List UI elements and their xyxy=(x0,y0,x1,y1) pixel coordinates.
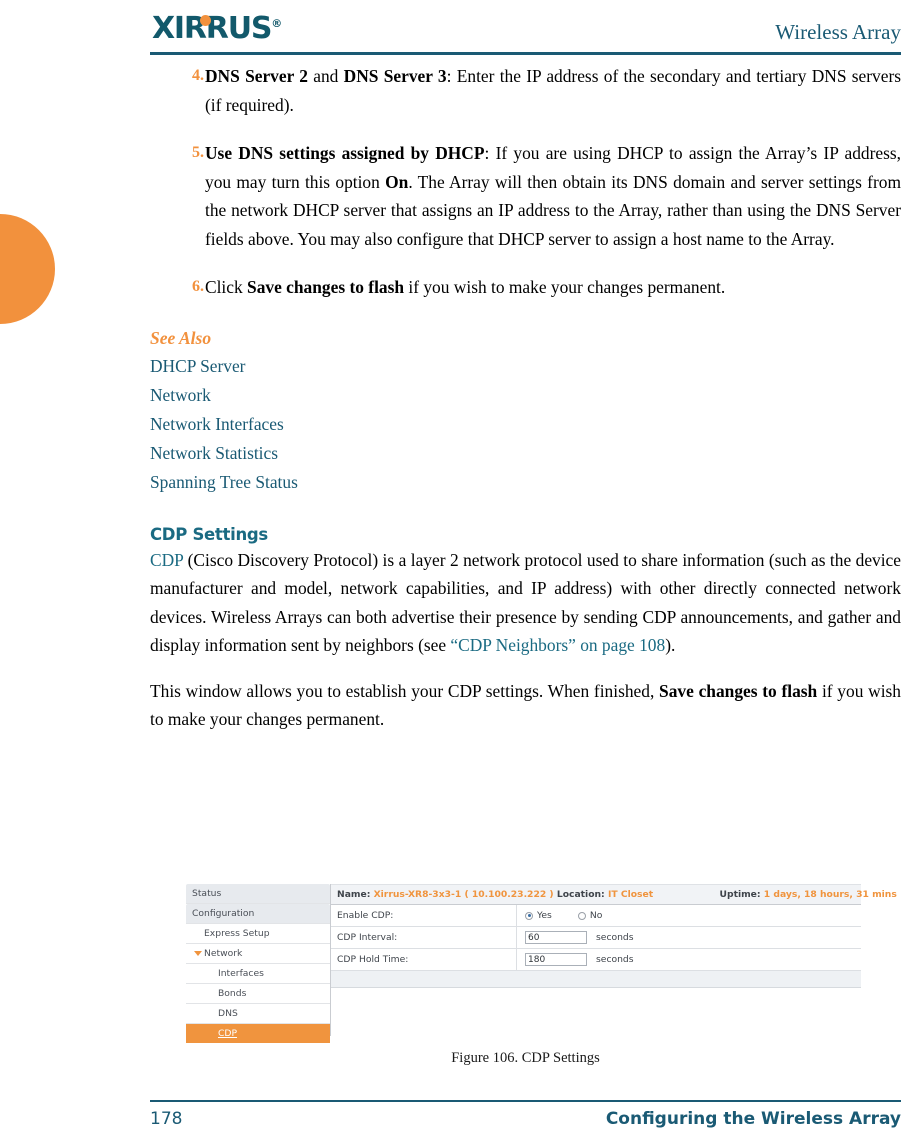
enable-cdp-label: Enable CDP: xyxy=(331,905,517,926)
step-5-term: Use DNS settings assigned by DHCP xyxy=(205,143,485,163)
page-edge-tab xyxy=(0,214,55,324)
see-also-heading: See Also xyxy=(150,327,212,348)
logo-registered-mark: ® xyxy=(271,17,283,30)
sidebar-item-label: Configuration xyxy=(192,908,255,919)
footer-page-number: 178 xyxy=(150,1109,183,1129)
main-content: 4. DNS Server 2 and DNS Server 3: Enter … xyxy=(150,62,901,751)
sidebar-item-label: Bonds xyxy=(218,988,247,999)
device-uptime-value: 1 days, 18 hours, 31 mins xyxy=(763,889,897,900)
sidebar-item-label: DNS xyxy=(218,1008,238,1019)
cdp-window-paragraph: This window allows you to establish your… xyxy=(150,677,901,734)
sidebar-item-dns[interactable]: DNS xyxy=(186,1004,330,1024)
cdp-interval-label: CDP Interval: xyxy=(331,927,517,948)
cdp-interval-unit: seconds xyxy=(596,932,634,943)
step-item-5: 5. Use DNS settings assigned by DHCP: If… xyxy=(150,139,901,253)
cdp-window-save-label: Save changes to flash xyxy=(659,680,818,701)
app-status-bar: Name: Xirrus-XR8-3x3-1 ( 10.100.23.222 )… xyxy=(331,884,897,905)
sidebar-item-interfaces[interactable]: Interfaces xyxy=(186,964,330,984)
step-number: 6. xyxy=(192,278,204,295)
enable-cdp-no-option[interactable]: No xyxy=(577,910,603,921)
figure-caption: Figure 106. CDP Settings xyxy=(451,1050,600,1066)
radio-selected-icon[interactable] xyxy=(525,911,533,920)
chevron-down-icon xyxy=(194,951,202,956)
cdp-hold-time-field: 180 seconds xyxy=(517,953,861,966)
step-6-button-name: Save changes to flash xyxy=(247,277,405,297)
step-4-term-2: DNS Server 3 xyxy=(343,66,447,86)
see-also-link-network-interfaces[interactable]: Network Interfaces xyxy=(150,410,901,439)
header-title: Wireless Array xyxy=(775,20,901,44)
see-also-link-dhcp-server[interactable]: DHCP Server xyxy=(150,352,901,381)
sidebar-item-cdp[interactable]: CDP xyxy=(186,1024,330,1043)
sidebar-item-status[interactable]: Status xyxy=(186,884,330,904)
page-header: XIRRUS® Wireless Array xyxy=(150,8,901,56)
cdp-hold-time-label: CDP Hold Time: xyxy=(331,949,517,970)
step-6-text-rest: if you wish to make your changes permane… xyxy=(404,277,726,297)
app-panel-footer xyxy=(331,971,861,988)
see-also-link-network-statistics[interactable]: Network Statistics xyxy=(150,439,901,468)
logo-dot-icon xyxy=(200,15,211,26)
step-6-text-pre: Click xyxy=(205,277,248,297)
sidebar-item-network[interactable]: Network xyxy=(186,944,330,964)
cdp-description-text-b: ). xyxy=(665,635,676,655)
sidebar-item-configuration[interactable]: Configuration xyxy=(186,904,330,924)
form-row-cdp-interval: CDP Interval: 60 seconds xyxy=(331,927,861,949)
cdp-inline-link[interactable]: CDP xyxy=(150,550,183,570)
sidebar-item-label: CDP xyxy=(218,1028,238,1039)
see-also-link-spanning-tree-status[interactable]: Spanning Tree Status xyxy=(150,468,901,497)
enable-cdp-yes-label: Yes xyxy=(537,910,552,921)
see-also-link-network[interactable]: Network xyxy=(150,381,901,410)
step-item-4: 4. DNS Server 2 and DNS Server 3: Enter … xyxy=(150,62,901,119)
sidebar-item-label: Network xyxy=(204,948,243,959)
page-footer: 178 Configuring the Wireless Array xyxy=(150,1105,901,1133)
device-uptime-label: Uptime: xyxy=(719,889,761,900)
section-heading-cdp-settings: CDP Settings xyxy=(150,524,268,544)
radio-unselected-icon[interactable] xyxy=(577,911,586,920)
enable-cdp-field: Yes No xyxy=(517,910,861,921)
header-rule xyxy=(150,52,901,55)
app-sidebar-nav: Status Configuration Express Setup Netwo… xyxy=(186,884,331,1043)
footer-rule xyxy=(150,1100,901,1102)
step-4-conjunction: and xyxy=(307,66,344,86)
form-row-enable-cdp: Enable CDP: Yes No xyxy=(331,905,861,927)
device-location-label: Location: xyxy=(556,889,605,900)
device-name-value: Xirrus-XR8-3x3-1 xyxy=(373,889,462,900)
numbered-steps-list: 4. DNS Server 2 and DNS Server 3: Enter … xyxy=(150,62,901,302)
cdp-window-text-a: This window allows you to establish your… xyxy=(150,680,660,701)
form-row-cdp-hold-time: CDP Hold Time: 180 seconds xyxy=(331,949,861,971)
cdp-interval-field: 60 seconds xyxy=(517,931,861,944)
step-number: 4. xyxy=(192,67,204,84)
sidebar-item-label: Interfaces xyxy=(218,968,264,979)
cdp-hold-time-unit: seconds xyxy=(596,954,634,965)
sidebar-item-label: Express Setup xyxy=(204,928,270,939)
see-also-link-list: DHCP Server Network Network Interfaces N… xyxy=(150,352,901,497)
cdp-description-paragraph: CDP (Cisco Discovery Protocol) is a laye… xyxy=(150,546,901,660)
enable-cdp-no-label: No xyxy=(589,910,603,921)
step-item-6: 6. Click Save changes to flash if you wi… xyxy=(150,273,901,302)
step-number: 5. xyxy=(192,144,204,161)
footer-chapter-title: Configuring the Wireless Array xyxy=(605,1109,901,1129)
enable-cdp-yes-option[interactable]: Yes xyxy=(525,910,552,921)
cdp-neighbors-cross-reference[interactable]: “CDP Neighbors” on page 108 xyxy=(450,635,665,655)
logo-wordmark: XIRRUS xyxy=(152,11,272,46)
sidebar-item-bonds[interactable]: Bonds xyxy=(186,984,330,1004)
figure-cdp-settings: Status Configuration Express Setup Netwo… xyxy=(186,884,897,1043)
device-name-label: Name: xyxy=(337,889,371,900)
cdp-hold-time-input[interactable]: 180 xyxy=(525,953,587,966)
device-ip-value: ( 10.100.23.222 ) xyxy=(464,889,554,900)
device-location-value: IT Closet xyxy=(607,889,654,900)
app-main-panel: Name: Xirrus-XR8-3x3-1 ( 10.100.23.222 )… xyxy=(331,884,897,988)
step-4-term-1: DNS Server 2 xyxy=(205,66,308,86)
step-5-on-value: On xyxy=(385,171,409,192)
app-screenshot: Status Configuration Express Setup Netwo… xyxy=(186,884,897,1043)
cdp-interval-input[interactable]: 60 xyxy=(525,931,587,944)
sidebar-item-label: Status xyxy=(192,888,222,899)
sidebar-item-express-setup[interactable]: Express Setup xyxy=(186,924,330,944)
xirrus-logo: XIRRUS® xyxy=(152,14,282,44)
